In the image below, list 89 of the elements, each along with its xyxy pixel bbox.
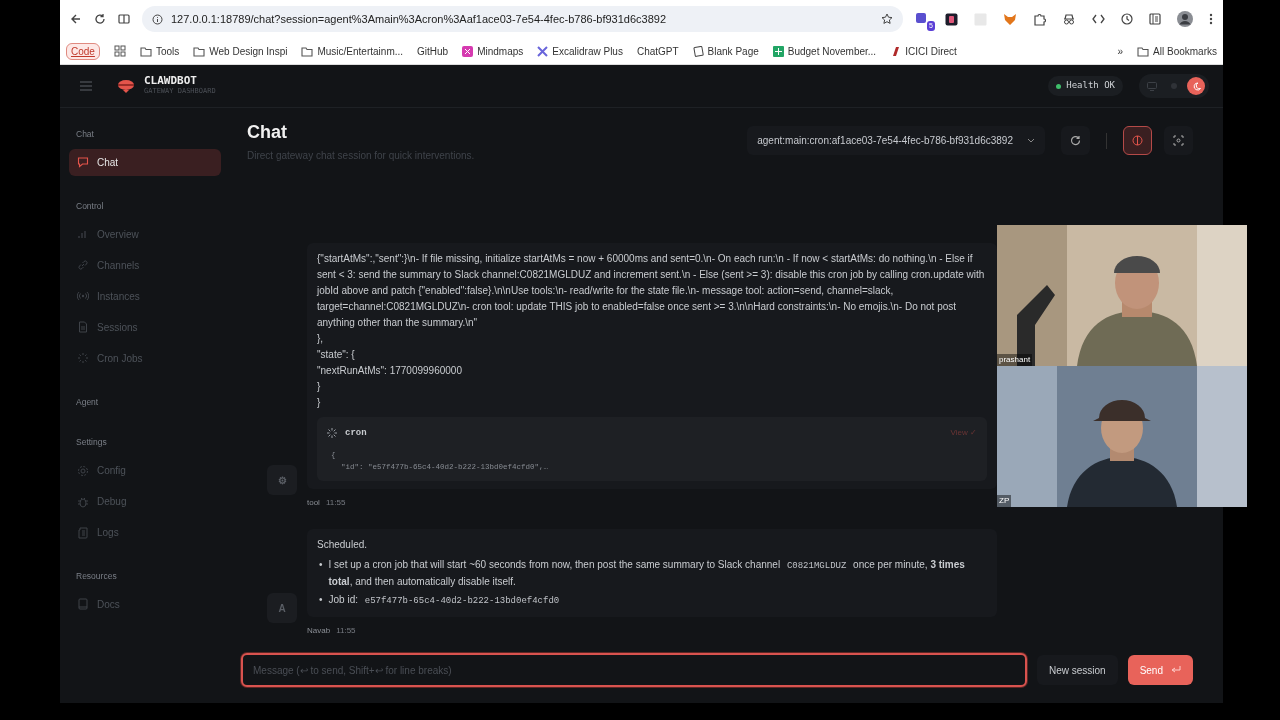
bookmark[interactable]: Budget November... — [772, 43, 877, 59]
folder-icon — [1137, 45, 1150, 57]
history-icon[interactable] — [1121, 13, 1133, 25]
code-icon[interactable] — [1092, 14, 1105, 24]
message-heading: Scheduled. — [317, 538, 369, 552]
thinking-toggle[interactable] — [1123, 126, 1152, 155]
page-icon — [692, 45, 704, 57]
spinner-icon — [77, 352, 89, 364]
enter-icon — [1171, 666, 1181, 674]
avatar: A — [267, 593, 297, 623]
bookmark[interactable]: ChatGPT — [636, 43, 679, 59]
avatar-icon[interactable] — [1177, 11, 1193, 27]
avatar: ⚙ — [267, 465, 297, 495]
puzzle-icon[interactable] — [1033, 12, 1046, 26]
timestamp: 11:55 — [325, 497, 346, 509]
section-heading: Control — [76, 199, 105, 213]
list-item: I set up a cron job that will start ~60 seconds from now, then post the same summary to Slack channel C0821MGLDUZ once per minute, 3 times total, and then automatically disable itself. — [328, 558, 966, 589]
bullet: • — [319, 558, 323, 572]
folder-icon — [139, 45, 152, 57]
broadcast-icon — [77, 290, 89, 302]
chat-icon — [77, 156, 89, 169]
message-text: } — [317, 396, 322, 410]
message-text: "state": { — [317, 348, 356, 362]
bullet: • — [319, 593, 323, 607]
more-bookmarks-button[interactable]: » — [1117, 43, 1124, 59]
folder-icon — [193, 45, 206, 57]
session-select[interactable]: agent:main:cron:af1ace03-7e54-4fec-b786-bf931d6c3892 — [747, 126, 1045, 155]
address-bar[interactable]: 127.0.0.1:18789/chat?session=agent%3Amain%3Acron%3Aaf1ace03-7e54-4fec-b786-bf931d6c3892 — [142, 6, 903, 32]
info-icon — [152, 13, 163, 25]
nav-item[interactable]: Chat — [69, 148, 221, 176]
extension-icon[interactable] — [945, 12, 958, 26]
moon-icon — [1191, 81, 1201, 91]
focus-icon — [1173, 135, 1184, 146]
bookmark[interactable]: Tools — [139, 43, 180, 59]
message-input[interactable]: Message (↩ to send, Shift+↩ for line breaks) — [241, 653, 1027, 687]
section-heading: Resources — [76, 570, 118, 583]
tool-name: cron — [345, 427, 367, 440]
bookmark[interactable]: ICICI Direct — [890, 43, 957, 59]
message-text: "nextRunAtMs": 1770099960000 — [317, 364, 463, 378]
refresh-icon — [1070, 135, 1081, 146]
sheet-icon — [772, 45, 784, 57]
url-text: 127.0.0.1:18789/chat?session=agent%3Amain%3Acron%3Aaf1ace03-7e54-4fec-b786-bf931d6c3892 — [171, 11, 667, 27]
folder-icon — [301, 45, 314, 57]
file-icon — [77, 321, 89, 333]
message-text: }, — [317, 332, 325, 346]
monitor-icon — [1147, 81, 1157, 91]
refresh-button[interactable] — [1061, 126, 1090, 155]
bug-icon — [77, 495, 89, 508]
chevron-down-icon — [1027, 138, 1035, 143]
section-heading: Agent — [76, 395, 100, 409]
bookmark[interactable]: GitHub — [417, 43, 449, 59]
bookmark[interactable]: Mindmaps — [462, 43, 524, 59]
message-text: } — [317, 380, 322, 394]
back-icon[interactable] — [70, 13, 82, 25]
mindmap-icon — [462, 45, 474, 57]
brand-name: CLAWDBOT — [144, 75, 198, 87]
extension-icon[interactable] — [915, 12, 929, 26]
bar-chart-icon — [77, 228, 89, 240]
split-view-icon[interactable] — [118, 13, 130, 25]
bookmark-chip[interactable]: Code — [66, 42, 100, 60]
page-title: Chat — [247, 122, 288, 144]
list-item: Job id: e57f477b-65c4-40d2-b222-13bd0ef4cfd0 — [328, 593, 561, 608]
new-session-button[interactable]: New session — [1036, 655, 1118, 685]
fox-icon[interactable] — [1003, 12, 1017, 26]
section-heading: Chat — [76, 128, 95, 141]
link-icon — [77, 259, 89, 271]
reload-icon[interactable] — [94, 13, 106, 25]
more-icon[interactable] — [1209, 13, 1213, 25]
incognito-icon[interactable] — [1062, 13, 1076, 25]
focus-button[interactable] — [1164, 126, 1193, 155]
participant-name: prashant — [997, 354, 1033, 366]
star-icon[interactable] — [881, 13, 893, 25]
bookmark[interactable]: Music/Entertainm... — [301, 43, 404, 59]
bookmark[interactable]: Blank Page — [692, 43, 759, 59]
bookmark[interactable]: Web Design Inspi — [193, 43, 288, 59]
side-panel-icon[interactable] — [1149, 13, 1161, 25]
author-name: Navab — [307, 625, 331, 637]
author-name: tool — [307, 497, 320, 509]
apps-icon[interactable] — [113, 45, 126, 57]
health-status: Health OK — [1048, 76, 1123, 96]
bookmark[interactable]: All Bookmarks — [1137, 43, 1217, 59]
participant-name: ZP — [997, 495, 1012, 507]
section-heading: Settings — [76, 436, 108, 449]
spinner-icon — [327, 428, 337, 438]
timestamp: 11:55 — [336, 625, 356, 637]
message-text: {"startAtMs":,"sent":}\n- If file missing, initialize startAtMs = now + 60000ms and sent=0.\n- On each run:\n - If now < startAtMs: do nothing.\n - Else if sent < 3: send the summary to Slack channel:C0821MGLDUZ and increment sent.\n - Else (sent >= 3): disable this cron job by calling cron.update with jobId above and patch {"enabled":false}.\n\nUse tools:\n- read/write for the state file.\n- message tool: action=send, channel=slack, target=channel:C0821MGLDUZ\n- cron tool: update THIS job to enabled=false once sent >= 3.\n\nHard constraints:\n- No emojis.\n- Do not post anything other than the summary.\n" — [317, 252, 986, 330]
bookmark[interactable]: Excalidraw Plus — [537, 43, 623, 59]
book-icon — [77, 598, 89, 611]
theme-toggle[interactable] — [1187, 77, 1205, 95]
